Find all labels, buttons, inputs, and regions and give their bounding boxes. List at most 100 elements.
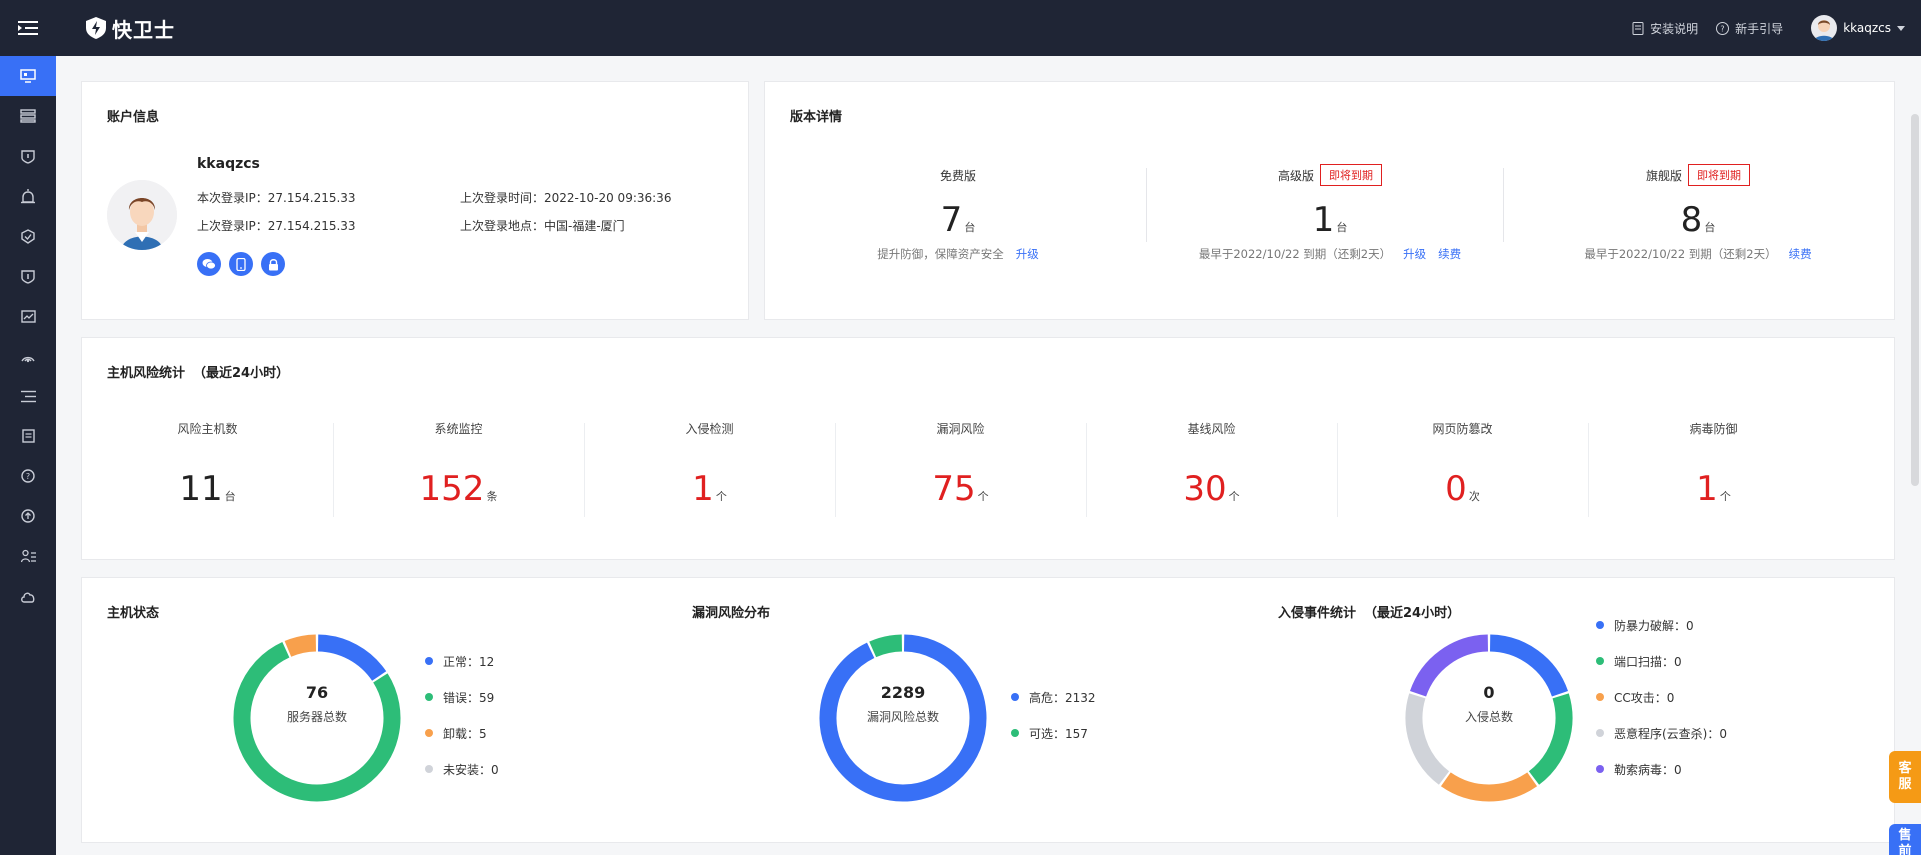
legend-item[interactable]: 未安装：0 bbox=[425, 751, 499, 787]
risk-stat-item[interactable]: 基线风险 30 个 bbox=[1086, 420, 1337, 509]
divider bbox=[1146, 168, 1147, 242]
legend-item[interactable]: 防暴力破解：0 bbox=[1596, 607, 1727, 643]
legend-label: 卸载：5 bbox=[443, 726, 487, 741]
donut-slice[interactable] bbox=[1440, 772, 1538, 802]
host-total: 76 bbox=[305, 683, 329, 702]
sidebar-item-users[interactable] bbox=[0, 536, 56, 576]
install-guide-label: 安装说明 bbox=[1650, 21, 1699, 36]
vuln-legend: 高危：2132 可选：157 bbox=[1011, 679, 1096, 751]
legend-label: 高危：2132 bbox=[1029, 690, 1096, 705]
free-upgrade-link[interactable]: 升级 bbox=[1016, 247, 1039, 261]
sidebar-item-intrusion[interactable] bbox=[0, 136, 56, 176]
divider bbox=[835, 423, 836, 517]
logo[interactable]: 快卫士 bbox=[86, 14, 175, 43]
shield-bolt-icon bbox=[86, 17, 106, 39]
risk-stat-unit: 台 bbox=[224, 490, 236, 503]
sidebar-item-logs[interactable] bbox=[0, 416, 56, 456]
legend-item[interactable]: 勒索病毒：0 bbox=[1596, 751, 1727, 787]
sidebar-item-network[interactable] bbox=[0, 336, 56, 376]
legend-item[interactable]: CC攻击：0 bbox=[1596, 679, 1727, 715]
last-login-location: 上次登录地点：中国-福建-厦门 bbox=[460, 219, 625, 233]
risk-stat-value: 30 bbox=[1183, 469, 1227, 509]
sidebar-item-help[interactable]: ? bbox=[0, 456, 56, 496]
install-guide-link[interactable]: 安装说明 bbox=[1632, 20, 1698, 37]
sidebar-item-upgrade[interactable] bbox=[0, 496, 56, 536]
intrusion-subtitle: （最近24小时） bbox=[1364, 606, 1461, 621]
phone-bind-button[interactable] bbox=[229, 252, 253, 276]
risk-stat-item[interactable]: 入侵检测 1 个 bbox=[584, 420, 835, 509]
upload-icon bbox=[21, 509, 35, 523]
legend-item[interactable]: 端口扫描：0 bbox=[1596, 643, 1727, 679]
legend-item[interactable]: 高危：2132 bbox=[1011, 679, 1096, 715]
risk-stat-unit: 条 bbox=[486, 490, 498, 503]
risk-stat-item[interactable]: 病毒防御 1 个 bbox=[1588, 420, 1839, 509]
risk-stat-label: 漏洞风险 bbox=[936, 422, 985, 436]
sidebar-item-virus[interactable] bbox=[0, 256, 56, 296]
customer-service-button[interactable]: 客服 bbox=[1889, 751, 1921, 803]
sidebar-item-overview[interactable] bbox=[0, 56, 56, 96]
user-menu[interactable]: kkaqzcs bbox=[1811, 15, 1905, 41]
scrollbar[interactable] bbox=[1911, 114, 1919, 486]
sidebar-item-assets[interactable] bbox=[0, 96, 56, 136]
status-card: 主机状态 漏洞风险分布 入侵事件统计 （最近24小时） 76 服务器总数 正常：1… bbox=[81, 577, 1895, 843]
divider bbox=[1337, 423, 1338, 517]
wechat-bind-button[interactable] bbox=[197, 252, 221, 276]
donut-slice[interactable] bbox=[284, 634, 317, 657]
intrusion-total: 0 bbox=[1483, 683, 1495, 702]
log-icon bbox=[21, 429, 35, 443]
flagship-expire-badge: 即将到期 bbox=[1688, 164, 1750, 186]
new-user-guide-link[interactable]: ? 新手引导 bbox=[1716, 20, 1783, 37]
flagship-renew-link[interactable]: 续费 bbox=[1789, 247, 1812, 261]
flagship-version-count: 8 bbox=[1680, 200, 1703, 240]
version-flagship: 旗舰版 即将到期 8台 最早于2022/10/22 到期（还剩2天） 续费 bbox=[1520, 164, 1876, 262]
last-login-ip: 上次登录IP：27.154.215.33 bbox=[197, 219, 356, 233]
risk-stat-value: 1 bbox=[1696, 469, 1718, 509]
legend-item[interactable]: 错误：59 bbox=[425, 679, 499, 715]
account-avatar bbox=[107, 180, 177, 250]
sidebar-item-cloud[interactable] bbox=[0, 576, 56, 616]
advanced-renew-link[interactable]: 续费 bbox=[1438, 247, 1461, 261]
host-status-legend: 正常：12 错误：59 卸载：5 未安装：0 bbox=[425, 643, 499, 787]
risk-stat-label: 入侵检测 bbox=[685, 422, 734, 436]
risk-stat-value: 152 bbox=[419, 469, 485, 509]
legend-dot bbox=[425, 765, 433, 773]
risk-stat-unit: 个 bbox=[977, 490, 989, 503]
sidebar-item-alarm[interactable] bbox=[0, 176, 56, 216]
presale-button[interactable]: 售前 bbox=[1889, 824, 1921, 855]
risk-stat-unit: 个 bbox=[1228, 490, 1240, 503]
divider bbox=[1503, 168, 1504, 242]
legend-item[interactable]: 卸载：5 bbox=[425, 715, 499, 751]
advanced-version-desc: 最早于2022/10/22 到期（还剩2天） bbox=[1198, 247, 1392, 261]
user-name: kkaqzcs bbox=[1843, 21, 1891, 35]
risk-subtitle: （最近24小时） bbox=[193, 366, 290, 381]
risk-title: 主机风险统计 bbox=[107, 366, 186, 381]
advanced-version-count: 1 bbox=[1312, 200, 1335, 240]
logo-text: 快卫士 bbox=[112, 17, 175, 42]
shield-check-icon bbox=[21, 228, 35, 244]
legend-dot bbox=[1011, 729, 1019, 737]
legend-dot bbox=[1596, 729, 1604, 737]
legend-item[interactable]: 正常：12 bbox=[425, 643, 499, 679]
risk-stat-item[interactable]: 系统监控 152 条 bbox=[333, 420, 584, 509]
avatar bbox=[1811, 15, 1838, 41]
version-card: 版本详情 免费版 7台 提升防御，保障资产安全 升级 高级版 即将到期 1台 最早于… bbox=[764, 81, 1895, 320]
password-bind-button[interactable] bbox=[261, 252, 285, 276]
menu-toggle-button[interactable] bbox=[0, 0, 56, 56]
legend-item[interactable]: 恶意程序(云查杀)：0 bbox=[1596, 715, 1727, 751]
sidebar-item-tasks[interactable] bbox=[0, 376, 56, 416]
risk-stat-item[interactable]: 网页防篡改 0 次 bbox=[1337, 420, 1588, 509]
sidebar-item-report[interactable] bbox=[0, 296, 56, 336]
legend-label: 端口扫描：0 bbox=[1614, 654, 1682, 669]
host-total-label: 服务器总数 bbox=[286, 710, 347, 724]
sidebar-item-baseline[interactable] bbox=[0, 216, 56, 256]
risk-stat-item[interactable]: 漏洞风险 75 个 bbox=[835, 420, 1086, 509]
donut-slice[interactable] bbox=[317, 634, 387, 682]
phone-icon bbox=[236, 257, 246, 271]
advanced-upgrade-link[interactable]: 升级 bbox=[1403, 247, 1426, 261]
wechat-icon bbox=[202, 259, 216, 270]
lock-icon bbox=[268, 258, 278, 270]
risk-stat-item[interactable]: 风险主机数 11 台 bbox=[82, 420, 333, 509]
account-title: 账户信息 bbox=[107, 110, 160, 125]
donut-slice[interactable] bbox=[869, 634, 903, 658]
legend-item[interactable]: 可选：157 bbox=[1011, 715, 1096, 751]
